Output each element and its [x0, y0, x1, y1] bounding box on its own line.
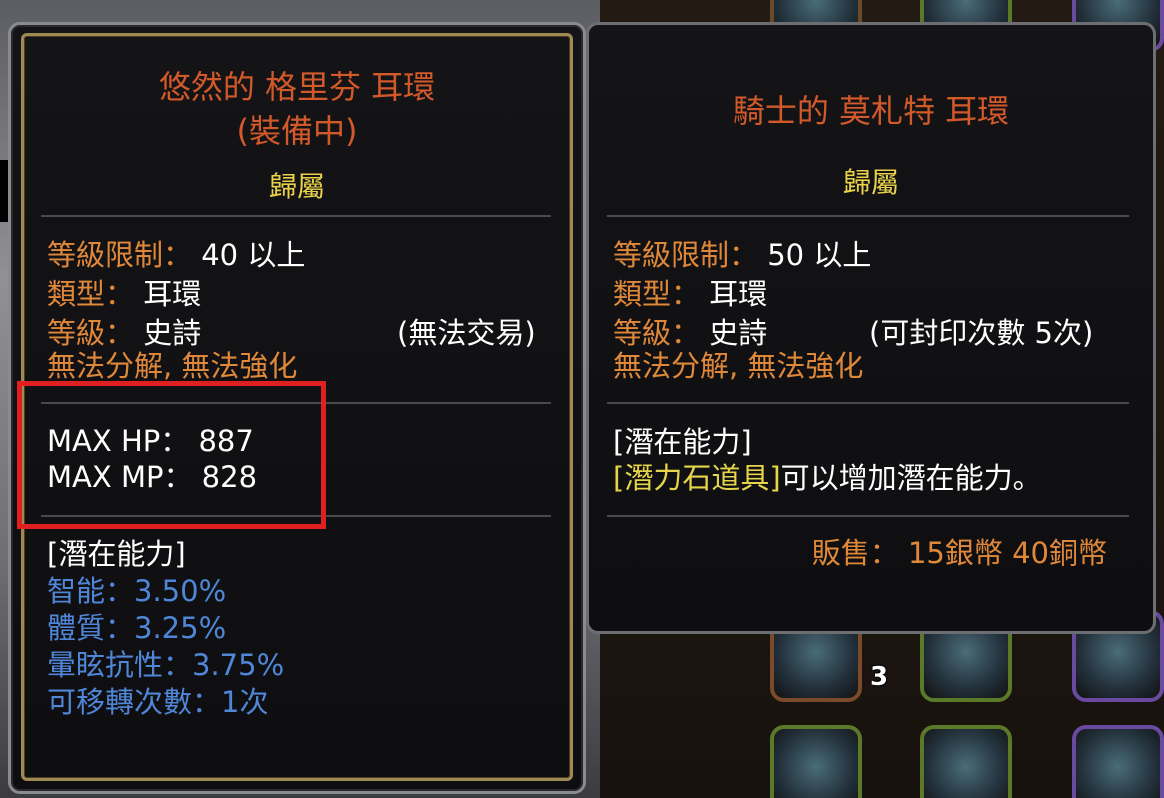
item-grade: 等級： 史詩 — [47, 316, 202, 350]
seal-count: (可封印次數 5次) — [869, 316, 1094, 350]
binding-label: 歸屬 — [842, 166, 899, 199]
potential-header: [潛在能力] — [47, 537, 186, 571]
compared-item-tooltip: 騎士的 莫札特 耳環 歸屬 等級限制： 50 以上 類型： 耳環 等級： 史詩 … — [586, 22, 1156, 634]
divider — [607, 402, 1129, 404]
potential-transfer-count: 可移轉次數：1次 — [47, 685, 269, 719]
item-type: 類型： 耳環 — [47, 277, 202, 311]
potential-stat-int: 智能：3.50% — [47, 574, 227, 608]
divider — [41, 215, 551, 217]
potential-stone-link: [潛力石道具] — [613, 461, 781, 495]
item-grade: 等級： 史詩 — [613, 316, 768, 350]
item-title: 悠然的 格里芬 耳環 — [158, 68, 436, 106]
slot-count: 3 — [870, 662, 889, 692]
item-type: 類型： 耳環 — [613, 277, 768, 311]
divider — [607, 215, 1129, 217]
inventory-slot[interactable] — [1072, 725, 1164, 798]
sell-price: 販售： 15銀幣 40銅幣 — [811, 536, 1107, 570]
restrictions: 無法分解, 無法強化 — [613, 349, 864, 383]
binding-label: 歸屬 — [268, 170, 325, 203]
potential-description: [潛力石道具]可以增加潛在能力。 — [613, 461, 1042, 495]
trade-restriction: (無法交易) — [397, 316, 536, 350]
potential-header: [潛在能力] — [613, 425, 752, 459]
highlight-annotation-box — [17, 381, 326, 529]
item-title: 騎士的 莫札特 耳環 — [732, 92, 1010, 130]
restrictions: 無法分解, 無法強化 — [47, 349, 298, 383]
inventory-slot[interactable] — [920, 725, 1012, 798]
level-requirement: 等級限制： 40 以上 — [47, 238, 306, 272]
level-requirement: 等級限制： 50 以上 — [613, 238, 872, 272]
inventory-slot[interactable] — [770, 725, 862, 798]
divider — [607, 515, 1129, 517]
potential-stat-vit: 體質：3.25% — [47, 611, 227, 645]
potential-stat-stun-resist: 暈眩抗性：3.75% — [47, 648, 285, 682]
equipped-label: (裝備中) — [236, 112, 358, 150]
